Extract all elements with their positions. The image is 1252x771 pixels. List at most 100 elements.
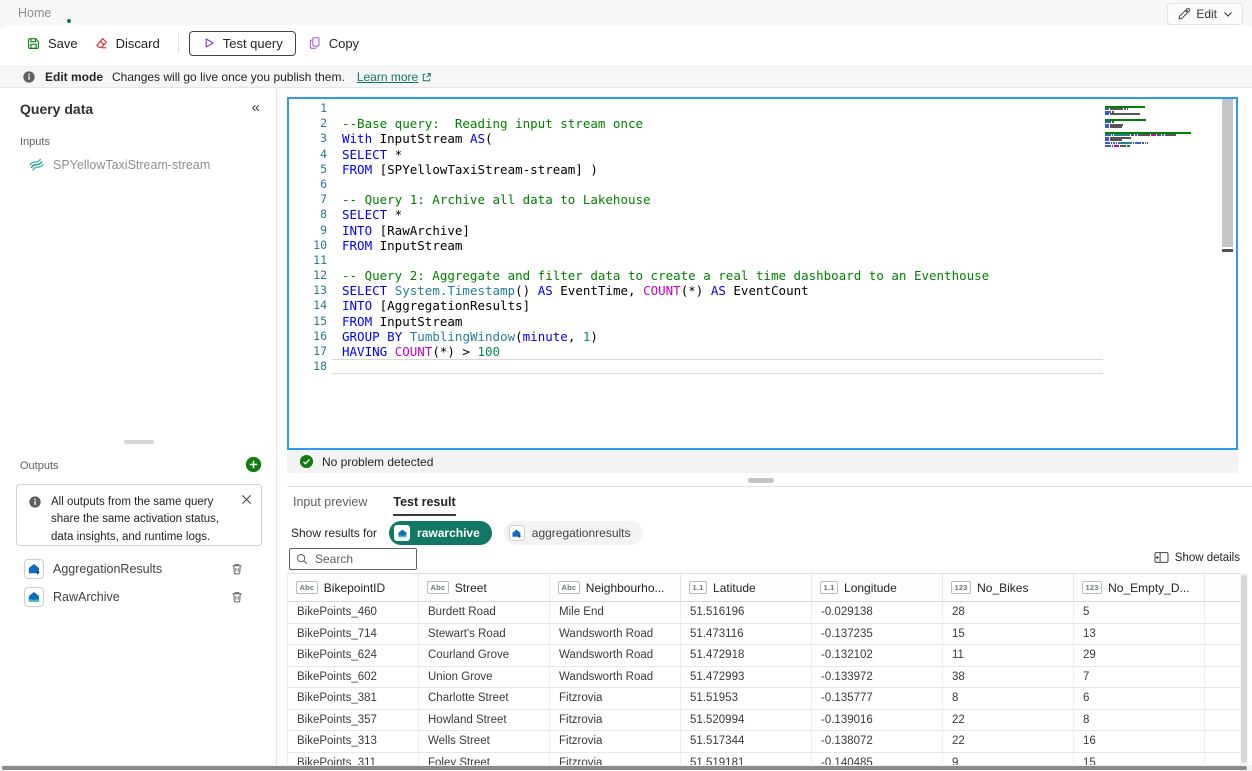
table-cell: 6 — [1074, 688, 1205, 709]
code-line[interactable]: 4SELECT * — [289, 147, 1236, 162]
table-cell: 51.520994 — [681, 710, 812, 731]
tab-test-result[interactable]: Test result — [393, 495, 455, 516]
discard-label: Discard — [116, 36, 160, 51]
table-cell: BikePoints_313 — [288, 731, 419, 752]
inputs-outputs-resizer[interactable] — [124, 440, 154, 444]
table-cell: -0.139016 — [812, 710, 943, 731]
table-cell: BikePoints_714 — [288, 624, 419, 645]
horizontal-scrollbar[interactable] — [0, 765, 1252, 771]
table-row[interactable]: BikePoints_381Charlotte StreetFitzrovia5… — [288, 688, 1241, 710]
eventhouse-icon — [509, 525, 525, 541]
output-item-rawarchive[interactable]: RawArchive — [24, 586, 120, 608]
pill-aggregationresults[interactable]: aggregationresults — [504, 521, 643, 545]
table-cell: Union Grove — [419, 667, 550, 688]
sql-code-editor[interactable]: 12--Base query: Reading input stream onc… — [287, 97, 1238, 450]
column-header[interactable]: 123No_Empty_D... — [1074, 574, 1205, 601]
table-cell: 51.51953 — [681, 688, 812, 709]
table-cell: -0.132102 — [812, 645, 943, 666]
code-line[interactable]: 17HAVING COUNT(*) > 100 — [289, 344, 1236, 359]
external-link-icon — [421, 72, 432, 83]
code-line[interactable]: 7-- Query 1: Archive all data to Lakehou… — [289, 192, 1236, 207]
table-row[interactable]: BikePoints_714Stewart's RoadWandsworth R… — [288, 624, 1241, 646]
table-cell: -0.133972 — [812, 667, 943, 688]
eventhouse-icon — [24, 559, 44, 579]
pill-rawarchive[interactable]: rawarchive — [389, 521, 492, 545]
code-line[interactable]: 5FROM [SPYellowTaxiStream-stream] ) — [289, 162, 1236, 177]
output-item-aggregationresults[interactable]: AggregationResults — [24, 558, 162, 580]
test-query-button[interactable]: Test query — [189, 31, 296, 56]
close-icon[interactable] — [241, 494, 252, 505]
pill-label: rawarchive — [417, 526, 480, 540]
table-body: BikePoints_460Burdett RoadMile End51.516… — [288, 602, 1241, 771]
copy-button[interactable]: Copy — [300, 31, 367, 56]
save-icon — [26, 36, 41, 51]
show-details-button[interactable]: Show details — [1154, 551, 1240, 564]
table-row[interactable]: BikePoints_624Courland GroveWandsworth R… — [288, 645, 1241, 667]
code-line[interactable]: 12-- Query 2: Aggregate and filter data … — [289, 268, 1236, 283]
lakehouse-icon — [24, 587, 44, 607]
delete-output-icon[interactable] — [230, 562, 244, 576]
code-line[interactable]: 1 — [289, 101, 1236, 116]
discard-button[interactable]: Discard — [86, 31, 168, 56]
code-line[interactable]: 16GROUP BY TumblingWindow(minute, 1) — [289, 329, 1236, 344]
code-line[interactable]: 10FROM InputStream — [289, 238, 1236, 253]
save-button[interactable]: Save — [18, 31, 86, 56]
column-type-icon: Abc — [296, 581, 318, 594]
code-line[interactable]: 8SELECT * — [289, 207, 1236, 222]
add-output-button[interactable] — [245, 456, 262, 473]
code-line[interactable]: 6 — [289, 177, 1236, 192]
column-header[interactable]: AbcNeighbourho... — [550, 574, 681, 601]
table-header: AbcBikepointIDAbcStreetAbcNeighbourho...… — [288, 574, 1241, 602]
table-cell: Wells Street — [419, 731, 550, 752]
search-input[interactable] — [313, 551, 407, 567]
table-row[interactable]: BikePoints_460Burdett RoadMile End51.516… — [288, 602, 1241, 624]
tab-home[interactable]: Home — [18, 6, 51, 20]
editor-scrollbar-thumb[interactable] — [1222, 99, 1233, 247]
column-header[interactable]: 1.1Latitude — [681, 574, 812, 601]
learn-more-link[interactable]: Learn more — [357, 70, 432, 84]
stream-icon — [28, 156, 45, 173]
panel-resize-handle[interactable] — [748, 478, 774, 483]
tab-input-preview[interactable]: Input preview — [293, 495, 367, 516]
table-cell: Fitzrovia — [550, 688, 681, 709]
minimap[interactable] — [1105, 103, 1197, 150]
collapse-panel-icon[interactable]: « — [252, 99, 260, 116]
column-type-icon: 123 — [951, 581, 971, 594]
table-cell: 51.516196 — [681, 602, 812, 623]
code-line[interactable]: 11 — [289, 253, 1236, 268]
column-header[interactable]: AbcBikepointID — [288, 574, 419, 601]
open-panel-icon — [1154, 551, 1169, 564]
code-line[interactable]: 3With InputStream AS( — [289, 131, 1236, 146]
edit-mode-banner: Edit mode Changes will go live once you … — [0, 66, 1252, 88]
table-cell: Howland Street — [419, 710, 550, 731]
code-lines: 12--Base query: Reading input stream onc… — [289, 101, 1236, 374]
search-icon — [296, 553, 308, 565]
column-header[interactable]: AbcStreet — [419, 574, 550, 601]
table-cell: 51.517344 — [681, 731, 812, 752]
table-cell: 29 — [1074, 645, 1205, 666]
input-item-stream[interactable]: SPYellowTaxiStream-stream — [28, 156, 210, 173]
code-line[interactable]: 15FROM InputStream — [289, 314, 1236, 329]
column-header[interactable]: 1.1Longitude — [812, 574, 943, 601]
horizontal-scrollbar-thumb[interactable] — [2, 766, 1247, 770]
outputs-section-label: Outputs — [20, 460, 59, 472]
code-line[interactable]: 14INTO [AggregationResults] — [289, 298, 1236, 313]
info-icon — [28, 495, 42, 509]
table-row[interactable]: BikePoints_357Howland StreetFitzrovia51.… — [288, 710, 1241, 732]
code-line[interactable]: 9INTO [RawArchive] — [289, 223, 1236, 238]
table-row[interactable]: BikePoints_602Union GroveWandsworth Road… — [288, 667, 1241, 689]
table-row[interactable]: BikePoints_313Wells StreetFitzrovia51.51… — [288, 731, 1241, 753]
column-header[interactable]: 123No_Bikes — [943, 574, 1074, 601]
table-scrollbar[interactable] — [1240, 573, 1248, 765]
table-cell: 28 — [943, 602, 1074, 623]
chevron-down-icon — [1223, 10, 1233, 18]
edit-mode-dropdown[interactable]: Edit — [1167, 3, 1243, 25]
delete-output-icon[interactable] — [230, 590, 244, 604]
input-item-label: SPYellowTaxiStream-stream — [53, 158, 210, 172]
check-circle-icon — [299, 454, 314, 469]
code-line[interactable]: 2--Base query: Reading input stream once — [289, 116, 1236, 131]
table-cell: BikePoints_381 — [288, 688, 419, 709]
code-line[interactable]: 18 — [289, 359, 1236, 374]
code-line[interactable]: 13SELECT System.Timestamp() AS EventTime… — [289, 283, 1236, 298]
output-item-label: RawArchive — [53, 590, 120, 604]
